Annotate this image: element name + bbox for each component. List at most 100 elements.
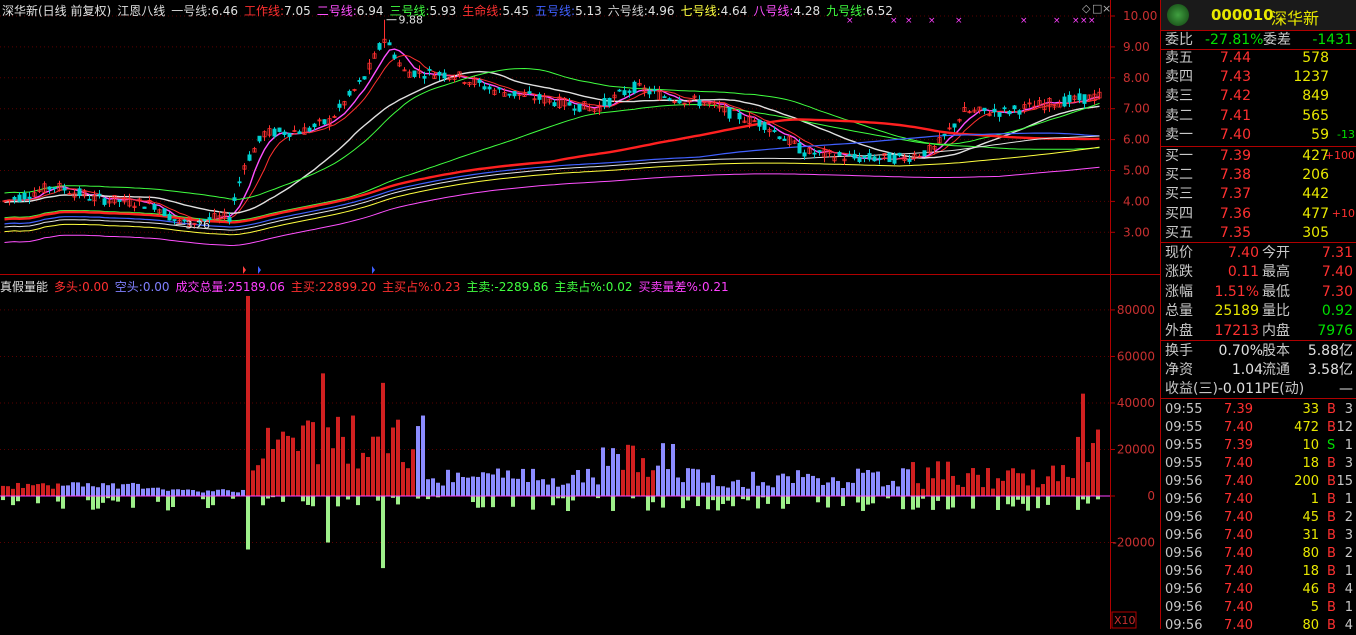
tick-row: 09:56 7.40 5 B 1 xyxy=(1161,599,1356,617)
volume-bar-negative xyxy=(381,496,385,569)
candle-body xyxy=(552,102,557,107)
volume-bar xyxy=(241,489,245,496)
stock-code-bar[interactable]: 000010 深华新 xyxy=(1161,0,1356,30)
tick-count: 1 xyxy=(1344,438,1353,453)
volume-bar xyxy=(231,491,235,496)
volume-bar-negative xyxy=(476,496,480,508)
volume-bar xyxy=(56,483,60,496)
order-book-row[interactable]: 买五 7.35 305 xyxy=(1165,224,1355,242)
indicator-line xyxy=(4,70,1100,214)
volume-bar xyxy=(296,450,300,496)
level-volume: 849 xyxy=(1302,88,1329,105)
order-book-row[interactable]: 买一 7.39 427 +100 xyxy=(1165,147,1355,165)
tick-time: 09:56 xyxy=(1165,492,1203,507)
volume-bar-negative xyxy=(211,496,215,506)
candle-body xyxy=(762,121,767,130)
stock-code: 000010 xyxy=(1211,6,1274,24)
volume-bar xyxy=(726,487,730,496)
tick-time: 09:56 xyxy=(1165,600,1203,615)
volume-bar xyxy=(591,477,595,496)
stat-value: 17213 xyxy=(1214,322,1259,339)
signal-marker-icon: × xyxy=(1080,16,1088,26)
candle-body xyxy=(52,187,57,189)
candle-body xyxy=(47,186,52,190)
candle-body xyxy=(802,152,807,157)
volume-bar-negative xyxy=(1016,496,1020,500)
stat-value: 0.11 xyxy=(1227,264,1259,281)
window-control-icon[interactable]: × xyxy=(1102,2,1111,15)
volume-bar xyxy=(761,482,765,496)
stat-label: 量比 xyxy=(1262,303,1290,320)
tick-volume: 45 xyxy=(1302,510,1319,525)
stock-title[interactable]: 深华新(日线 前复权) xyxy=(2,4,111,18)
candle-body xyxy=(567,102,572,106)
stat-label: 最高 xyxy=(1262,264,1290,281)
volume-bar xyxy=(261,458,265,496)
volume-bar xyxy=(246,295,250,496)
order-book-row[interactable]: 买二 7.38 206 xyxy=(1165,166,1355,184)
candle-body xyxy=(277,127,282,132)
volume-bar xyxy=(471,476,475,496)
tick-time: 09:56 xyxy=(1165,510,1203,525)
tick-side: B xyxy=(1327,420,1336,435)
level-label: 买二 xyxy=(1165,167,1193,184)
candle-body xyxy=(422,76,427,79)
candle-body xyxy=(857,157,862,162)
volume-indicator-title[interactable]: 真假量能 xyxy=(0,280,48,294)
volume-bar xyxy=(351,415,355,496)
volume-bar-negative xyxy=(1036,496,1040,509)
volume-bar xyxy=(6,486,10,496)
volume-bar-negative xyxy=(326,496,330,543)
volume-bar xyxy=(486,473,490,496)
tick-time: 09:56 xyxy=(1165,528,1203,543)
volume-bar xyxy=(211,491,215,496)
tick-volume: 472 xyxy=(1294,420,1319,435)
tick-price: 7.40 xyxy=(1224,510,1253,525)
tick-row: 09:56 7.40 31 B 3 xyxy=(1161,527,1356,545)
volume-bar xyxy=(326,427,330,496)
candle-body xyxy=(602,98,607,106)
candle-body xyxy=(757,119,762,127)
volume-bar-negative xyxy=(871,496,875,504)
order-book-row[interactable]: 卖二 7.41 565 xyxy=(1165,107,1355,125)
order-book-row[interactable]: 卖一 7.40 59 -13 xyxy=(1165,126,1355,144)
indicator-name[interactable]: 江恩八线 xyxy=(117,4,165,18)
volume-bar-negative xyxy=(711,496,715,501)
volume-bar-negative xyxy=(911,496,915,510)
order-book-row[interactable]: 卖四 7.43 1237 xyxy=(1165,68,1355,86)
candle-body xyxy=(97,193,102,196)
volume-bar xyxy=(946,461,950,496)
volume-bar xyxy=(466,477,470,496)
price-tick-label: 5.00 xyxy=(1123,164,1150,178)
volume-bar xyxy=(1001,480,1005,496)
window-control-icon[interactable]: □ xyxy=(1092,2,1102,15)
order-book-row[interactable]: 卖三 7.42 849 xyxy=(1165,87,1355,105)
fundamental-label: PE(动) xyxy=(1262,381,1305,397)
quote-stat-row: 涨跌 0.11 最高 7.40 xyxy=(1165,262,1355,282)
chart-area[interactable]: 9.883.26 10.009.008.007.006.005.004.003.… xyxy=(0,0,1160,629)
volume-bar xyxy=(711,475,715,496)
candle-body xyxy=(357,80,362,82)
volume-bar xyxy=(446,469,450,496)
order-book-row[interactable]: 买四 7.36 477 +10 xyxy=(1165,205,1355,223)
price-tick-label: 7.00 xyxy=(1123,102,1150,116)
tick-volume: 200 xyxy=(1294,474,1319,489)
order-book-row[interactable]: 买三 7.37 442 xyxy=(1165,185,1355,203)
event-marker-icon xyxy=(243,266,246,274)
window-control-icon[interactable]: ◇ xyxy=(1082,2,1091,15)
volume-bar-negative xyxy=(36,496,40,504)
volume-bar xyxy=(316,464,320,496)
quote-panel: 000010 深华新 委比 -27.81% 委差 -1431 卖五 7.44 578… xyxy=(1160,0,1356,633)
volume-bar xyxy=(421,415,425,496)
volume-bar xyxy=(541,479,545,496)
volume-bar-negative xyxy=(131,496,135,508)
fundamental-label: 股本 xyxy=(1262,343,1290,359)
volume-bar xyxy=(806,473,810,496)
volume-bar xyxy=(116,488,120,496)
candle-body xyxy=(497,87,502,90)
tick-count: 1 xyxy=(1344,564,1353,579)
volume-bar xyxy=(896,486,900,496)
tick-price: 7.40 xyxy=(1224,528,1253,543)
order-book-row[interactable]: 卖五 7.44 578 xyxy=(1165,49,1355,67)
volume-bar-negative xyxy=(56,496,60,502)
